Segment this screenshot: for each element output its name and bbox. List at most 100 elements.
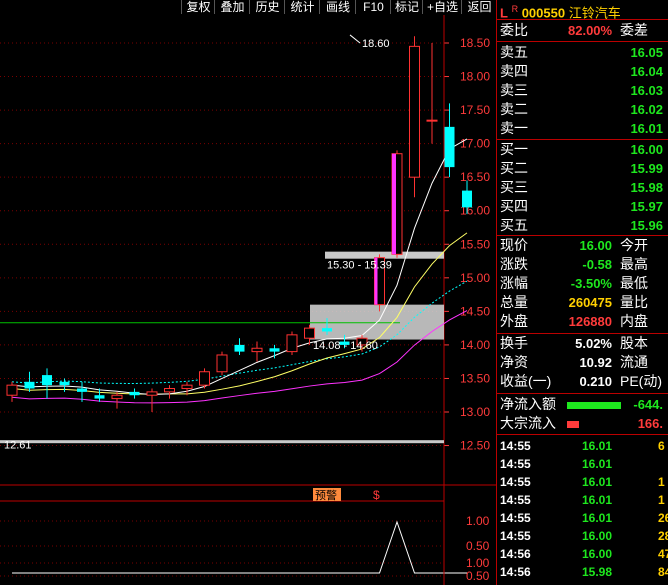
- flow-row-1: 大宗流入 166.: [500, 414, 666, 433]
- trade-volume: 28: [658, 529, 668, 543]
- ask-row-3: 卖二 16.02: [500, 100, 666, 119]
- toolbar-button-4[interactable]: 画线: [319, 0, 356, 14]
- quote-row-1-label: 涨跌: [500, 256, 528, 272]
- r-mark: R: [511, 4, 519, 14]
- toolbar-button-8[interactable]: 返回: [461, 0, 497, 14]
- trade-time: 14:55: [500, 475, 531, 489]
- bid-row-4-value: 15.96: [630, 218, 663, 233]
- trade-row: 14:55 16.00 28: [500, 527, 668, 545]
- ask-row-3-value: 16.02: [630, 102, 663, 117]
- candle-body: [234, 344, 245, 352]
- bid-row-2: 买三 15.98: [500, 178, 666, 197]
- bid-row-1-value: 15.99: [630, 161, 663, 176]
- stock-app: 复权 叠加 历史 统计 画线 F10 标记 +自选 返回 18.50 18.00 17.50 17.0…: [0, 0, 668, 585]
- stat-row-2-right-label: PE(动): [620, 373, 662, 389]
- ask-row-1: 卖四 16.04: [500, 62, 666, 81]
- candle-body: [426, 119, 438, 122]
- signal-line: [12, 520, 467, 574]
- bid-row-1-label: 买二: [500, 160, 528, 176]
- bid-row-0: 买一 16.00: [500, 140, 666, 159]
- high-pointer: [349, 34, 361, 44]
- stat-row-2-label: 收益(一): [500, 373, 552, 389]
- ask-row-0: 卖五 16.05: [500, 43, 666, 62]
- price-tick-label: 17.50: [460, 103, 490, 117]
- candle-body: [322, 328, 332, 332]
- quote-row-4-label: 外盘: [500, 313, 528, 329]
- trade-row: 14:56 16.00 47: [500, 545, 668, 563]
- price-tick-label: 14.00: [460, 338, 490, 352]
- stat-row-0-label: 换手: [500, 335, 528, 351]
- candle-body: [444, 126, 455, 168]
- sub-tick-label: 1.00: [466, 556, 490, 570]
- trade-volume: 26: [658, 511, 668, 525]
- trade-price: 15.98: [581, 565, 612, 579]
- toolbar-button-2[interactable]: 历史: [249, 0, 285, 14]
- trade-row: 14:55 16.01 26: [500, 509, 668, 527]
- candle-body: [164, 388, 175, 393]
- quote-row-4: 外盘 126880 内盘: [500, 312, 666, 331]
- quote-row-2-right-label: 最低: [620, 275, 648, 291]
- quote-row-4-right-label: 内盘: [620, 313, 648, 329]
- price-tick-label: 16.50: [460, 170, 490, 184]
- trade-row: 14:55 16.01: [500, 455, 668, 473]
- quote-panel: L R 000550 江铃汽车 委比 82.00% 委差 卖五 16.05 卖四 16…: [496, 0, 668, 585]
- zone-lower-label: 14.08 - 14.60: [313, 340, 378, 352]
- candle-body: [216, 354, 228, 373]
- bid-row-4: 买五 15.96: [500, 216, 666, 235]
- ask-row-3-label: 卖二: [500, 101, 528, 117]
- trade-row: 14:55 16.01 1: [500, 473, 668, 491]
- toolbar-button-6[interactable]: 标记: [390, 0, 423, 14]
- toolbar-button-0[interactable]: 复权: [181, 0, 215, 14]
- trade-time: 14:55: [500, 529, 531, 543]
- trade-volume: 1: [658, 493, 665, 507]
- toolbar-button-5[interactable]: F10: [355, 0, 391, 14]
- ask-row-0-value: 16.05: [630, 45, 663, 60]
- ask-row-0-label: 卖五: [500, 44, 528, 60]
- stat-row-2: 收益(一) 0.210 PE(动): [500, 372, 666, 391]
- low-label: 12.61: [4, 440, 32, 452]
- flow-row-1-value: 166.: [637, 416, 663, 431]
- ask-row-2-label: 卖三: [500, 82, 528, 98]
- candle-body: [462, 190, 472, 208]
- candle-body: [77, 388, 87, 392]
- zone-upper-label: 15.30 - 15.39: [327, 259, 392, 271]
- ask-row-2: 卖三 16.03: [500, 81, 666, 100]
- candle-body: [286, 334, 298, 353]
- candle-body: [199, 371, 210, 386]
- quote-row-0-right-label: 今开: [620, 237, 648, 253]
- bid-row-4-label: 买五: [500, 217, 528, 233]
- flow-row-0-value: -644.: [633, 397, 663, 412]
- stat-row-2-value: 0.210: [579, 374, 612, 389]
- trade-time: 14:55: [500, 439, 531, 453]
- candle-body: [409, 45, 420, 178]
- kline-chart[interactable]: 18.50 18.00 17.50 17.00 16.50 16.00 15.50 15.00…: [0, 15, 496, 585]
- block-inflow-bar: [567, 421, 579, 428]
- bid-row-3-label: 买四: [500, 198, 528, 214]
- trade-volume: 6: [658, 439, 665, 453]
- limit-marker: [392, 153, 396, 255]
- flow-row-1-label: 大宗流入: [500, 415, 556, 431]
- toolbar-button-1[interactable]: 叠加: [214, 0, 250, 14]
- price-tick-label: 15.00: [460, 271, 490, 285]
- trade-price: 16.01: [581, 493, 612, 507]
- sub-tick-label: 0.50: [466, 569, 490, 583]
- bid-row-3: 买四 15.97: [500, 197, 666, 216]
- toolbar-button-3[interactable]: 统计: [284, 0, 320, 14]
- trade-time: 14:56: [500, 547, 531, 561]
- high-label: 18.60: [362, 38, 390, 50]
- bid-row-2-label: 买三: [500, 179, 528, 195]
- candle-body: [42, 375, 52, 386]
- trade-time: 14:55: [500, 457, 531, 471]
- price-tick-label: 13.50: [460, 371, 490, 385]
- trade-volume: 47: [658, 547, 668, 561]
- price-tick-label: 17.00: [460, 137, 490, 151]
- quote-row-1: 涨跌 -0.58 最高: [500, 255, 666, 274]
- ask-row-4-label: 卖一: [500, 120, 528, 136]
- quote-row-0-value: 16.00: [579, 238, 612, 253]
- toolbar-button-7[interactable]: +自选: [422, 0, 462, 14]
- candle-body: [94, 395, 105, 399]
- quote-row-4-value: 126880: [568, 314, 612, 329]
- candle-body: [146, 391, 158, 396]
- price-tick-label: 15.50: [460, 237, 490, 251]
- ask-row-4-value: 16.01: [630, 121, 663, 136]
